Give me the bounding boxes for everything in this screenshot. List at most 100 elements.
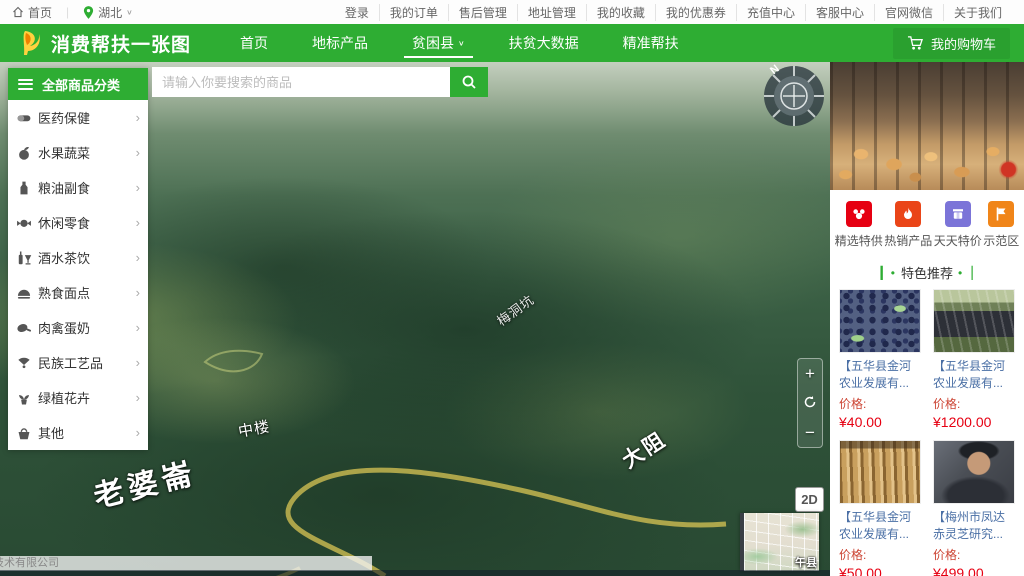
- favorites-link[interactable]: 我的收藏: [586, 4, 655, 21]
- sidebar-item-grain-oil[interactable]: 粮油副食 ›: [8, 170, 148, 205]
- quick-link-selected-special[interactable]: 精选特供: [835, 201, 883, 249]
- product-price: ¥40.00: [839, 414, 921, 430]
- cart-icon: [907, 35, 924, 51]
- chevron-right-icon: ›: [136, 145, 140, 160]
- price-label: 价格:: [933, 546, 1015, 563]
- product-title: 【梅州市凤达赤灵芝研究...: [933, 509, 1015, 543]
- map-credit-strip: [0, 570, 830, 576]
- brand-home-link[interactable]: 消费帮扶一张图: [0, 29, 218, 57]
- product-image-lingzhi-researcher: [933, 440, 1015, 504]
- brand-logo-icon: [16, 29, 42, 57]
- featured-products-grid: 【五华县金河农业发展有... 价格: ¥40.00 【五华县金河农业发展有...…: [830, 289, 1024, 576]
- product-card[interactable]: 【五华县金河农业发展有... 价格: ¥50.00: [839, 440, 921, 576]
- section-deco-right: •▕: [958, 266, 973, 280]
- quick-link-daily-deals[interactable]: 天天特价: [934, 201, 982, 249]
- zoom-in-button[interactable]: +: [805, 365, 815, 382]
- my-orders-link[interactable]: 我的订单: [379, 4, 448, 21]
- sidebar-item-other[interactable]: 其他 ›: [8, 415, 148, 450]
- location-selector[interactable]: 湖北 ∨: [83, 4, 133, 21]
- address-management-link[interactable]: 地址管理: [517, 4, 586, 21]
- sidebar-item-medicine-health[interactable]: 医药保健 ›: [8, 100, 148, 135]
- quick-links-row: 精选特供 热销产品 天天特价 示范区: [830, 190, 1024, 255]
- product-card[interactable]: 【梅州市凤达赤灵芝研究... 价格: ¥499.00: [933, 440, 1015, 576]
- compass-control[interactable]: N: [762, 64, 826, 128]
- right-panel: 精选特供 热销产品 天天特价 示范区 ▎•: [830, 62, 1024, 576]
- quick-link-hot-products[interactable]: 热销产品: [884, 201, 932, 249]
- promo-photo-poultry-farm[interactable]: [830, 62, 1024, 190]
- section-deco-left: ▎•: [881, 266, 896, 280]
- chevron-right-icon: ›: [136, 425, 140, 440]
- product-title: 【五华县金河农业发展有...: [839, 358, 921, 392]
- chevron-down-icon: ∨: [458, 39, 465, 48]
- product-search-bar: [152, 67, 488, 97]
- hamburger-menu-icon: [18, 79, 33, 90]
- top-links: 登录 我的订单 售后管理 地址管理 我的收藏 我的优惠券 充值中心 客服中心 官…: [335, 4, 1012, 21]
- refresh-icon: [803, 395, 817, 409]
- sidebar-item-fruits-vegetables[interactable]: 水果蔬菜 ›: [8, 135, 148, 170]
- search-button[interactable]: [450, 67, 488, 97]
- basket-icon: [16, 425, 32, 441]
- grain-oil-icon: [16, 180, 32, 196]
- nav-item-precise-assistance[interactable]: 精准帮扶: [601, 24, 701, 62]
- recharge-center-link[interactable]: 充值中心: [736, 4, 805, 21]
- chevron-right-icon: ›: [136, 355, 140, 370]
- about-us-link[interactable]: 关于我们: [943, 4, 1012, 21]
- product-image-dried-goods: [839, 440, 921, 504]
- customer-service-link[interactable]: 客服中心: [805, 4, 874, 21]
- quick-link-demo-zone[interactable]: 示范区: [983, 201, 1019, 249]
- home-link-label: 首页: [28, 4, 52, 21]
- selected-special-icon: [846, 201, 872, 227]
- drink-icon: [16, 250, 32, 266]
- location-pin-icon: [83, 6, 94, 19]
- category-sidebar: 全部商品分类 医药保健 › 水果蔬菜 › 粮油副食 › 休闲零食 › 酒水茶饮 …: [8, 68, 148, 450]
- product-card[interactable]: 【五华县金河农业发展有... 价格: ¥1200.00: [933, 289, 1015, 430]
- price-label: 价格:: [933, 395, 1015, 412]
- zoom-out-button[interactable]: −: [805, 424, 815, 441]
- sidebar-item-snacks[interactable]: 休闲零食 ›: [8, 205, 148, 240]
- nav-item-landmark-products[interactable]: 地标产品: [290, 24, 390, 62]
- chevron-right-icon: ›: [136, 285, 140, 300]
- sidebar-item-drinks-tea[interactable]: 酒水茶饮 ›: [8, 240, 148, 275]
- sidebar-item-cooked-food[interactable]: 熟食面点 ›: [8, 275, 148, 310]
- chevron-right-icon: ›: [136, 110, 140, 125]
- location-label: 湖北: [98, 4, 122, 21]
- separator: |: [66, 5, 69, 19]
- main-nav-bar: 消费帮扶一张图 首页 地标产品 贫困县 ∨ 扶贫大数据 精准帮扶 我的购物车: [0, 24, 1024, 62]
- shopping-cart-button[interactable]: 我的购物车: [893, 28, 1010, 59]
- demo-zone-flag-icon: [988, 201, 1014, 227]
- chevron-right-icon: ›: [136, 180, 140, 195]
- sidebar-item-ethnic-crafts[interactable]: 民族工艺品 ›: [8, 345, 148, 380]
- home-link[interactable]: 首页: [12, 4, 52, 21]
- overview-minimap[interactable]: 午县: [740, 513, 819, 571]
- nav-item-poor-counties[interactable]: 贫困县 ∨: [390, 24, 487, 62]
- map-2d-mode-button[interactable]: 2D: [795, 487, 824, 512]
- fruit-icon: [16, 145, 32, 161]
- product-card[interactable]: 【五华县金河农业发展有... 价格: ¥40.00: [839, 289, 921, 430]
- login-link[interactable]: 登录: [335, 4, 379, 21]
- wechat-link[interactable]: 官网微信: [874, 4, 943, 21]
- cart-label: 我的购物车: [931, 34, 996, 53]
- product-title: 【五华县金河农业发展有...: [839, 509, 921, 543]
- sidebar-item-meat-eggs-dairy[interactable]: 肉禽蛋奶 ›: [8, 310, 148, 345]
- meat-icon: [16, 320, 32, 336]
- sidebar-item-plants-flowers[interactable]: 绿植花卉 ›: [8, 380, 148, 415]
- search-input[interactable]: [152, 67, 450, 97]
- candy-icon: [16, 215, 32, 231]
- bun-icon: [16, 285, 32, 301]
- site-title: 消费帮扶一张图: [51, 30, 191, 57]
- nav-menu: 首页 地标产品 贫困县 ∨ 扶贫大数据 精准帮扶: [218, 24, 701, 62]
- price-label: 价格:: [839, 546, 921, 563]
- daily-deals-box-icon: [945, 201, 971, 227]
- product-price: ¥50.00: [839, 565, 921, 576]
- nav-item-home[interactable]: 首页: [218, 24, 290, 62]
- product-image-greenhouse: [933, 289, 1015, 353]
- reset-view-button[interactable]: [803, 395, 817, 412]
- chevron-down-icon: ∨: [126, 8, 133, 17]
- all-categories-header[interactable]: 全部商品分类: [8, 68, 148, 100]
- coupons-link[interactable]: 我的优惠券: [655, 4, 736, 21]
- nav-item-poverty-big-data[interactable]: 扶贫大数据: [487, 24, 601, 62]
- product-image-blueberries: [839, 289, 921, 353]
- featured-section-header: ▎• 特色推荐 •▕: [830, 255, 1024, 289]
- main-content: 老婆崙 中楼 大阻 梅洞坑 N +: [0, 62, 1024, 576]
- after-sales-link[interactable]: 售后管理: [448, 4, 517, 21]
